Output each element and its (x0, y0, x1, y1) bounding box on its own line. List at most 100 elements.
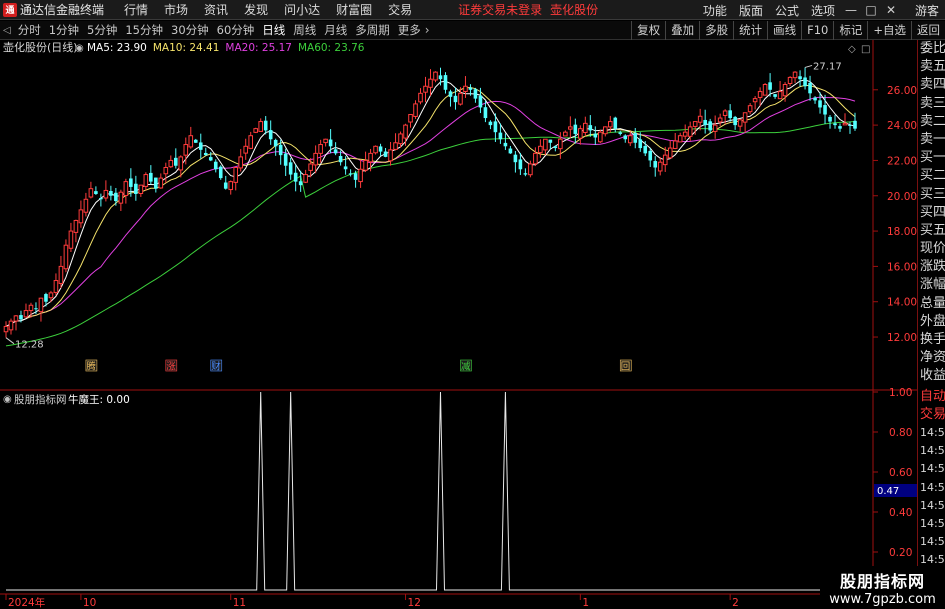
candle-body (453, 95, 458, 103)
low-price-label: 12.28 (15, 340, 44, 351)
tick-time: 14:54 (920, 425, 945, 439)
toolbar-left-arrow-icon[interactable]: ◁ (0, 25, 14, 36)
menu-market[interactable]: 市场 (164, 1, 188, 18)
event-marker[interactable]: 回 (619, 359, 632, 373)
minimize-icon[interactable]: — (841, 3, 861, 17)
menu-function[interactable]: 功能 (703, 2, 727, 19)
period-tab-daily[interactable]: 日线 (258, 22, 289, 38)
menu-wealth-circle[interactable]: 财富圈 (336, 1, 372, 18)
quote-field-label: 净资 (920, 350, 945, 366)
candle-body (513, 154, 518, 163)
auto-trade-label[interactable]: 交易 (918, 406, 945, 424)
more-chevron-icon[interactable]: › (425, 23, 430, 37)
candle-body (752, 98, 758, 103)
candle-body (149, 172, 153, 182)
candle[interactable] (762, 83, 768, 96)
multi-stock-button[interactable]: 多股 (699, 21, 733, 40)
candle[interactable] (218, 165, 223, 180)
period-tab-1min[interactable]: 1分钟 (45, 22, 83, 38)
candle-body (728, 110, 732, 119)
auto-trade-label[interactable]: 自动 (918, 388, 945, 406)
add-watchlist-button[interactable]: +自选 (867, 21, 911, 40)
kline-chart[interactable]: 26.00 24.00 22.00 20.00 18.00 16.00 14.00 12.00… (0, 40, 917, 609)
event-marker-label: 回 (621, 362, 631, 373)
f10-button[interactable]: F10 (801, 21, 833, 40)
indicator-value: 牛魔王: 0.00 (68, 393, 130, 406)
candle-body (677, 135, 683, 143)
candle-body (747, 105, 753, 113)
candle-body (308, 163, 313, 171)
candle-body (13, 315, 19, 322)
candle-body (168, 159, 174, 168)
event-marker[interactable]: 涨 (165, 359, 178, 373)
statistics-button[interactable]: 统计 (733, 21, 767, 40)
period-tab-more[interactable]: 更多 (394, 22, 425, 38)
candle-body (703, 119, 707, 126)
candle-body (393, 142, 398, 150)
candle-body (588, 125, 593, 131)
candle-body (383, 151, 388, 157)
mark-button[interactable]: 标记 (833, 21, 867, 40)
candle-body (828, 116, 832, 122)
candle[interactable] (253, 127, 259, 134)
period-tab-15min[interactable]: 15分钟 (121, 22, 167, 38)
event-marker[interactable]: 减 (460, 359, 472, 373)
period-tab-intraday[interactable]: 分时 (14, 22, 45, 38)
quote-field-label: 买五 (920, 222, 945, 238)
menu-news[interactable]: 资讯 (204, 1, 228, 18)
chart-settings-icon[interactable]: ◉ (75, 43, 84, 54)
menu-discover[interactable]: 发现 (244, 1, 268, 18)
candle-body (338, 156, 343, 163)
price-tick-label: 20.00 (887, 191, 917, 203)
close-icon[interactable]: ✕ (881, 3, 901, 17)
quote-field-label: 外盘 (920, 313, 945, 329)
trade-login-status[interactable]: 证券交易未登录 (458, 1, 542, 18)
candle-body (508, 148, 513, 154)
candle-body (712, 124, 718, 132)
current-stock-name: 壶化股份 (550, 3, 599, 17)
candle-body (218, 166, 223, 179)
candle-body (618, 132, 623, 134)
event-marker-label: 财 (211, 361, 221, 373)
overlay-button[interactable]: 叠加 (665, 21, 699, 40)
pane-close-icon[interactable]: □ (861, 44, 870, 55)
period-tab-60min[interactable]: 60分钟 (213, 22, 259, 38)
candle-body (378, 146, 383, 152)
candle-body (598, 131, 603, 143)
diamond-icon[interactable]: ◇ (848, 44, 856, 55)
back-button[interactable]: 返回 (911, 21, 945, 40)
period-tab-5min[interactable]: 5分钟 (83, 22, 121, 38)
menu-ask-xiaoda[interactable]: 问小达 (284, 1, 320, 18)
event-marker[interactable]: 财 (210, 359, 223, 373)
candle-body (543, 138, 548, 151)
period-tab-multi[interactable]: 多周期 (351, 22, 394, 38)
menu-quotes[interactable]: 行情 (124, 1, 148, 18)
candle-body (123, 181, 129, 196)
price-tick-label: 12.00 (887, 332, 917, 344)
candle[interactable] (373, 145, 378, 155)
period-tab-monthly[interactable]: 月线 (320, 22, 351, 38)
menu-trade[interactable]: 交易 (388, 1, 412, 18)
candle-body (288, 162, 293, 175)
event-marker[interactable]: 腾 (85, 359, 98, 373)
candle-body (398, 133, 403, 145)
maximize-icon[interactable]: □ (861, 3, 881, 17)
candle-body (538, 145, 543, 154)
guest-account[interactable]: 游客 (915, 2, 939, 19)
menu-formula[interactable]: 公式 (775, 2, 799, 19)
period-tab-weekly[interactable]: 周线 (289, 22, 320, 38)
adjust-button[interactable]: 复权 (631, 21, 665, 40)
quote-field-label: 卖二 (920, 113, 945, 129)
candle-body (368, 152, 373, 163)
indicator-header: ◉ 股朋指标网 牛魔王: 0.00 (3, 393, 130, 406)
menu-layout[interactable]: 版面 (739, 2, 763, 19)
draw-line-button[interactable]: 画线 (767, 21, 801, 40)
indicator-settings-icon[interactable]: ◉ (3, 394, 12, 405)
indicator-name: 股朋指标网 (14, 393, 67, 406)
candle-body (213, 161, 218, 170)
candle-body (593, 133, 598, 138)
candle-body (138, 184, 144, 195)
menu-options[interactable]: 选项 (811, 2, 835, 19)
period-tab-30min[interactable]: 30分钟 (167, 22, 213, 38)
candle-body (303, 174, 308, 183)
